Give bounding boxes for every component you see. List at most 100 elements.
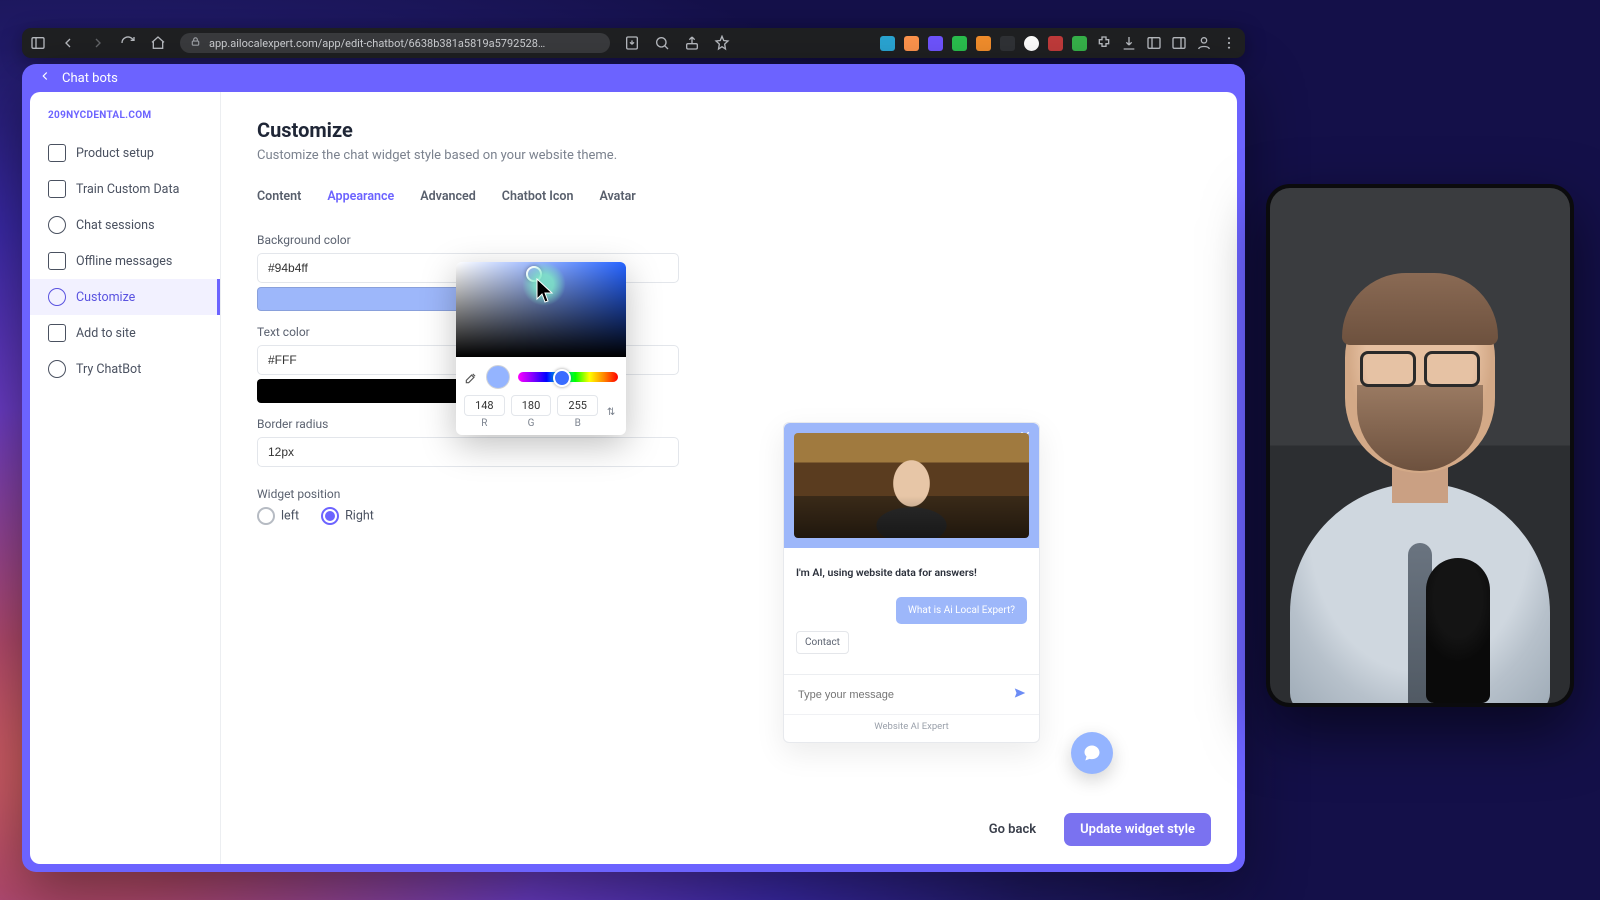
extensions-menu-icon[interactable]	[1096, 35, 1112, 51]
url-text: app.ailocalexpert.com/app/edit-chatbot/6…	[209, 37, 545, 50]
radius-label: Border radius	[257, 417, 1201, 431]
sidebar-item-train-data[interactable]: Train Custom Data	[30, 171, 220, 207]
panel-left-icon[interactable]	[1146, 35, 1162, 51]
tab-advanced[interactable]: Advanced	[420, 185, 476, 208]
eyedropper-icon[interactable]	[464, 370, 478, 384]
sidebar-item-label: Try ChatBot	[76, 362, 141, 377]
contact-button[interactable]: Contact	[796, 631, 849, 654]
webcam-overlay	[1266, 184, 1574, 707]
share-icon[interactable]	[684, 35, 700, 51]
hue-slider[interactable]	[518, 372, 618, 382]
lock-icon	[190, 36, 201, 50]
extension-icon[interactable]	[952, 36, 967, 51]
reload-icon[interactable]	[120, 35, 136, 51]
chat-footer: Website AI Expert	[784, 714, 1039, 742]
sidebar: 209NYCDENTAL.COM Product setup Train Cus…	[30, 92, 221, 864]
main-panel: Customize Customize the chat widget styl…	[221, 92, 1237, 864]
g-label: G	[511, 418, 552, 429]
hue-thumb-icon[interactable]	[553, 369, 571, 387]
chat-bubble-launcher[interactable]	[1071, 732, 1113, 774]
profile-icon[interactable]	[1196, 35, 1212, 51]
extension-icon[interactable]	[1024, 36, 1039, 51]
sidebar-item-add-to-site[interactable]: Add to site	[30, 315, 220, 351]
tab-appearance[interactable]: Appearance	[327, 185, 394, 208]
extension-icon[interactable]	[976, 36, 991, 51]
chat-input-row	[784, 674, 1039, 714]
sidebar-item-label: Customize	[76, 290, 135, 305]
sidebar-item-label: Offline messages	[76, 254, 172, 269]
nav-forward-icon[interactable]	[90, 35, 106, 51]
radio-icon	[257, 507, 275, 525]
plus-icon	[48, 324, 66, 342]
star-icon[interactable]	[714, 35, 730, 51]
sidebar-item-customize[interactable]: Customize	[30, 279, 220, 315]
go-back-button[interactable]: Go back	[973, 813, 1052, 846]
radio-right[interactable]: Right	[321, 507, 374, 525]
radius-input[interactable]	[257, 437, 679, 467]
color-mode-toggle[interactable]: ⇅	[604, 395, 618, 429]
back-arrow-icon[interactable]	[38, 69, 52, 87]
sidebar-item-chat-sessions[interactable]: Chat sessions	[30, 207, 220, 243]
app-body: 209NYCDENTAL.COM Product setup Train Cus…	[30, 92, 1237, 864]
box-icon	[48, 144, 66, 162]
text-swatch-row	[257, 379, 1201, 403]
r-input[interactable]: 148	[464, 395, 505, 416]
chat-widget-preview: ✕ I'm AI, using website data for answers…	[783, 422, 1040, 743]
radio-label: left	[281, 508, 299, 523]
extension-icon[interactable]	[928, 36, 943, 51]
home-icon[interactable]	[150, 35, 166, 51]
extension-icon[interactable]	[1000, 36, 1015, 51]
install-app-icon[interactable]	[624, 35, 640, 51]
sidebar-item-label: Add to site	[76, 326, 136, 341]
breadcrumb[interactable]: Chat bots	[62, 71, 118, 86]
browser-toolbar: app.ailocalexpert.com/app/edit-chatbot/6…	[22, 28, 1245, 58]
footer-actions: Go back Update widget style	[973, 813, 1211, 846]
update-button[interactable]: Update widget style	[1064, 813, 1211, 846]
send-icon[interactable]	[1013, 685, 1027, 704]
chat-input[interactable]	[796, 688, 1013, 702]
mail-icon	[48, 252, 66, 270]
panel-right-icon[interactable]	[1171, 35, 1187, 51]
search-icon[interactable]	[654, 35, 670, 51]
extension-icon[interactable]	[904, 36, 919, 51]
radio-icon	[321, 507, 339, 525]
sidebar-item-product-setup[interactable]: Product setup	[30, 135, 220, 171]
quick-reply-chip[interactable]: What is Ai Local Expert?	[896, 597, 1027, 624]
page-title: Customize	[257, 118, 1201, 142]
sidebar-toggle-icon[interactable]	[30, 35, 46, 51]
b-input[interactable]: 255	[557, 395, 598, 416]
chat-bubble-icon	[1082, 743, 1102, 763]
sidebar-item-offline-messages[interactable]: Offline messages	[30, 243, 220, 279]
page-subtitle: Customize the chat widget style based on…	[257, 148, 1201, 163]
text-swatch-black[interactable]	[257, 379, 474, 403]
r-label: R	[464, 418, 505, 429]
tab-avatar[interactable]: Avatar	[599, 185, 635, 208]
sidebar-item-label: Product setup	[76, 146, 154, 161]
picker-preview-swatch	[486, 365, 510, 389]
webcam-person	[1290, 283, 1550, 707]
ai-intro-text: I'm AI, using website data for answers!	[796, 566, 1027, 579]
address-bar[interactable]: app.ailocalexpert.com/app/edit-chatbot/6…	[180, 33, 610, 53]
extensions-row	[880, 35, 1237, 51]
sidebar-item-label: Train Custom Data	[76, 182, 179, 197]
click-pulse-effect	[522, 262, 566, 306]
extension-icon[interactable]	[1048, 36, 1063, 51]
doc-icon	[48, 180, 66, 198]
g-input[interactable]: 180	[511, 395, 552, 416]
desktop-wallpaper: app.ailocalexpert.com/app/edit-chatbot/6…	[0, 0, 1600, 900]
bg-swatch-large[interactable]	[257, 287, 474, 311]
tab-chatbot-icon[interactable]: Chatbot Icon	[502, 185, 574, 208]
tab-content[interactable]: Content	[257, 185, 301, 208]
download-icon[interactable]	[1121, 35, 1137, 51]
bg-swatch-row	[257, 287, 1201, 311]
radio-left[interactable]: left	[257, 507, 299, 525]
extension-icon[interactable]	[880, 36, 895, 51]
bg-color-label: Background color	[257, 233, 1201, 247]
app-header-bar: Chat bots	[22, 64, 1245, 92]
nav-back-icon[interactable]	[60, 35, 76, 51]
extension-icon[interactable]	[1072, 36, 1087, 51]
site-name: 209NYCDENTAL.COM	[30, 110, 220, 135]
kebab-menu-icon[interactable]	[1221, 35, 1237, 51]
tabs: Content Appearance Advanced Chatbot Icon…	[257, 185, 1201, 209]
sidebar-item-try-chatbot[interactable]: Try ChatBot	[30, 351, 220, 387]
